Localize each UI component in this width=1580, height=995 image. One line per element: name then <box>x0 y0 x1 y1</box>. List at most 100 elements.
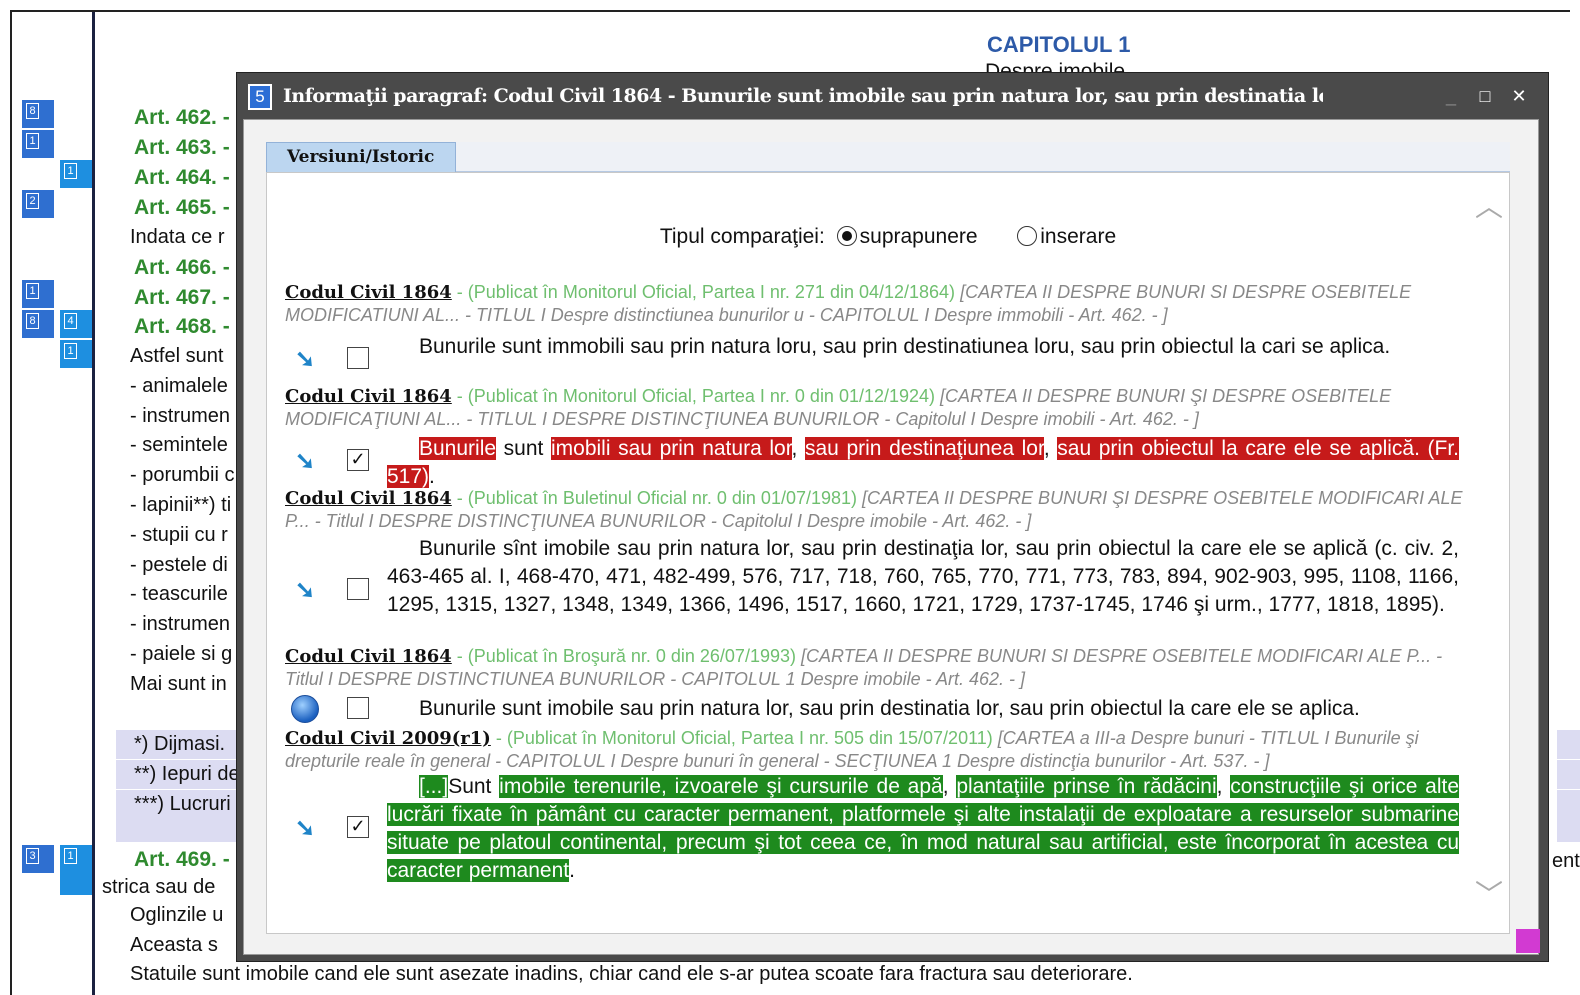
version-publication: - (Publicat în Buletinul Oficial nr. 0 d… <box>451 488 858 508</box>
comparison-type-row: Tipul comparaţiei: suprapunere inserare <box>267 225 1509 249</box>
close-button[interactable]: ✕ <box>1504 83 1534 111</box>
version-checkbox[interactable]: ✓ <box>347 449 369 471</box>
text-line: Indata ce r <box>130 226 225 248</box>
version-text: Bunurile sînt imobile sau prin natura lo… <box>387 537 1459 616</box>
arrow-icon[interactable]: ➘ <box>295 576 315 605</box>
version-publication: - (Publicat în Monitorul Oficial, Partea… <box>451 282 956 302</box>
version-source-link[interactable]: Codul Civil 1864 <box>285 488 452 509</box>
version-checkbox[interactable] <box>347 578 369 600</box>
version-header: Codul Civil 1864 - (Publicat în Buletinu… <box>285 487 1465 533</box>
diff-text: Sunt <box>448 775 500 798</box>
diff-highlight-red: imobili sau prin natura lor <box>550 437 792 460</box>
text-line: Mai sunt in <box>130 673 227 695</box>
version-marker[interactable]: 4 <box>60 310 92 338</box>
text-line: Astfel sunt <box>130 345 224 367</box>
chapter-title: CAPITOLUL 1 <box>987 32 1131 57</box>
dialog-title: Informaţii paragraf: Codul Civil 1864 - … <box>283 85 1323 107</box>
radio-suprapunere-label[interactable]: suprapunere <box>860 225 978 248</box>
text-line: - lapinii**) ti <box>130 494 232 516</box>
dialog-titlebar[interactable]: 5 Informaţii paragraf: Codul Civil 1864 … <box>237 73 1548 119</box>
paragraph-info-dialog[interactable]: 5 Informaţii paragraf: Codul Civil 1864 … <box>236 72 1549 962</box>
text-line: strica sau de <box>102 876 216 898</box>
resize-grip-icon[interactable] <box>1516 929 1540 953</box>
version-marker[interactable]: 3 <box>22 845 54 873</box>
radio-suprapunere[interactable] <box>836 226 857 246</box>
versions-panel: ︿ Tipul comparaţiei: suprapunere inserar… <box>266 172 1510 934</box>
text-line: - stupii cu r <box>130 524 228 546</box>
version-text: Bunurile sunt imobile sau prin natura lo… <box>419 697 1360 720</box>
tab-strip: Versiuni/Istoric <box>266 142 1510 172</box>
tab-versions-history[interactable]: Versiuni/Istoric <box>266 142 456 172</box>
version-marker[interactable]: 8 <box>22 310 54 338</box>
article-465[interactable]: Art. 465. - <box>134 196 230 220</box>
version-checkbox[interactable]: ✓ <box>347 816 369 838</box>
article-462[interactable]: Art. 462. - <box>134 106 230 130</box>
text-line: - porumbii c <box>130 464 235 486</box>
maximize-button[interactable]: □ <box>1470 83 1500 111</box>
version-marker[interactable]: 1 <box>60 845 92 895</box>
article-464[interactable]: Art. 464. - <box>134 166 230 190</box>
dialog-body: Versiuni/Istoric ︿ Tipul comparaţiei: su… <box>243 119 1539 955</box>
text-line: - instrumen <box>130 405 231 427</box>
article-467[interactable]: Art. 467. - <box>134 286 230 310</box>
version-source-link[interactable]: Codul Civil 1864 <box>285 646 452 667</box>
diff-text: , <box>1043 437 1058 460</box>
text-line: - semintele <box>130 434 228 456</box>
version-header: Codul Civil 2009(r1) - (Publicat în Moni… <box>285 727 1465 773</box>
diff-text: sunt <box>496 437 551 460</box>
diff-text: , <box>942 775 957 798</box>
diff-highlight-red: Bunurile <box>419 437 497 460</box>
text-line: - instrumen <box>130 613 231 635</box>
article-468[interactable]: Art. 468. - <box>134 315 230 339</box>
radio-inserare[interactable] <box>1017 226 1038 246</box>
dialog-number-badge: 5 <box>248 84 272 110</box>
arrow-icon[interactable]: ➘ <box>295 345 315 374</box>
diff-highlight-green: [...] <box>419 775 449 798</box>
scroll-down-icon[interactable]: ﹀ <box>1475 873 1503 913</box>
version-checkbox[interactable] <box>347 347 369 369</box>
version-marker[interactable]: 1 <box>22 130 54 158</box>
version-text-diff: Bunurile sunt imobili sau prin natura lo… <box>387 435 1460 491</box>
text-line: - teascurile <box>130 583 228 605</box>
version-checkbox[interactable] <box>347 697 369 719</box>
version-text: Bunurile sunt immobili sau prin natura l… <box>419 335 1391 358</box>
version-publication: - (Publicat în Monitorul Oficial, Partea… <box>451 386 936 406</box>
minimize-button[interactable]: _ <box>1436 83 1466 111</box>
diff-highlight-green: plantaţiile prinse în rădăcini <box>956 775 1217 798</box>
article-463[interactable]: Art. 463. - <box>134 136 230 160</box>
diff-text: , <box>1216 775 1231 798</box>
version-marker[interactable]: 8 <box>22 100 54 128</box>
diff-text: . <box>569 859 575 882</box>
arrow-icon[interactable]: ➘ <box>295 447 315 476</box>
globe-icon[interactable] <box>291 695 319 723</box>
footnote-edge <box>1557 730 1580 759</box>
article-469[interactable]: Art. 469. - <box>134 848 230 872</box>
diff-text: . <box>429 465 435 488</box>
text-line: - animalele <box>130 375 228 397</box>
footnote-edge <box>1557 760 1580 789</box>
scroll-up-icon[interactable]: ︿ <box>1475 185 1503 225</box>
version-marker[interactable]: 1 <box>60 340 92 368</box>
diff-text: , <box>791 437 805 460</box>
version-source-link[interactable]: Codul Civil 2009(r1) <box>285 728 491 749</box>
version-source-link[interactable]: Codul Civil 1864 <box>285 282 452 303</box>
article-466[interactable]: Art. 466. - <box>134 256 230 280</box>
version-header: Codul Civil 1864 - (Publicat în Broşură … <box>285 645 1465 691</box>
arrow-icon[interactable]: ➘ <box>295 814 315 843</box>
comparison-label: Tipul comparaţiei: <box>659 225 825 248</box>
text-line: - paiele si g <box>130 643 233 665</box>
text-line: - pestele di <box>130 554 228 576</box>
version-marker[interactable]: 1 <box>60 160 92 188</box>
radio-inserare-label[interactable]: inserare <box>1040 225 1116 248</box>
footnote-edge <box>1557 790 1580 842</box>
version-text-diff: [...]Sunt imobile terenurile, izvoarele … <box>387 773 1460 885</box>
version-publication: - (Publicat în Monitorul Oficial, Partea… <box>490 728 993 748</box>
text-line: Aceasta s <box>130 934 218 956</box>
version-source-link[interactable]: Codul Civil 1864 <box>285 386 452 407</box>
version-header: Codul Civil 1864 - (Publicat în Monitoru… <box>285 385 1465 431</box>
version-marker[interactable]: 1 <box>22 280 54 308</box>
version-marker[interactable]: 2 <box>22 190 54 218</box>
diff-highlight-green: imobile terenurile, izvoarele şi cursuri… <box>499 775 943 798</box>
version-publication: - (Publicat în Broşură nr. 0 din 26/07/1… <box>451 646 796 666</box>
version-header: Codul Civil 1864 - (Publicat în Monitoru… <box>285 281 1465 327</box>
